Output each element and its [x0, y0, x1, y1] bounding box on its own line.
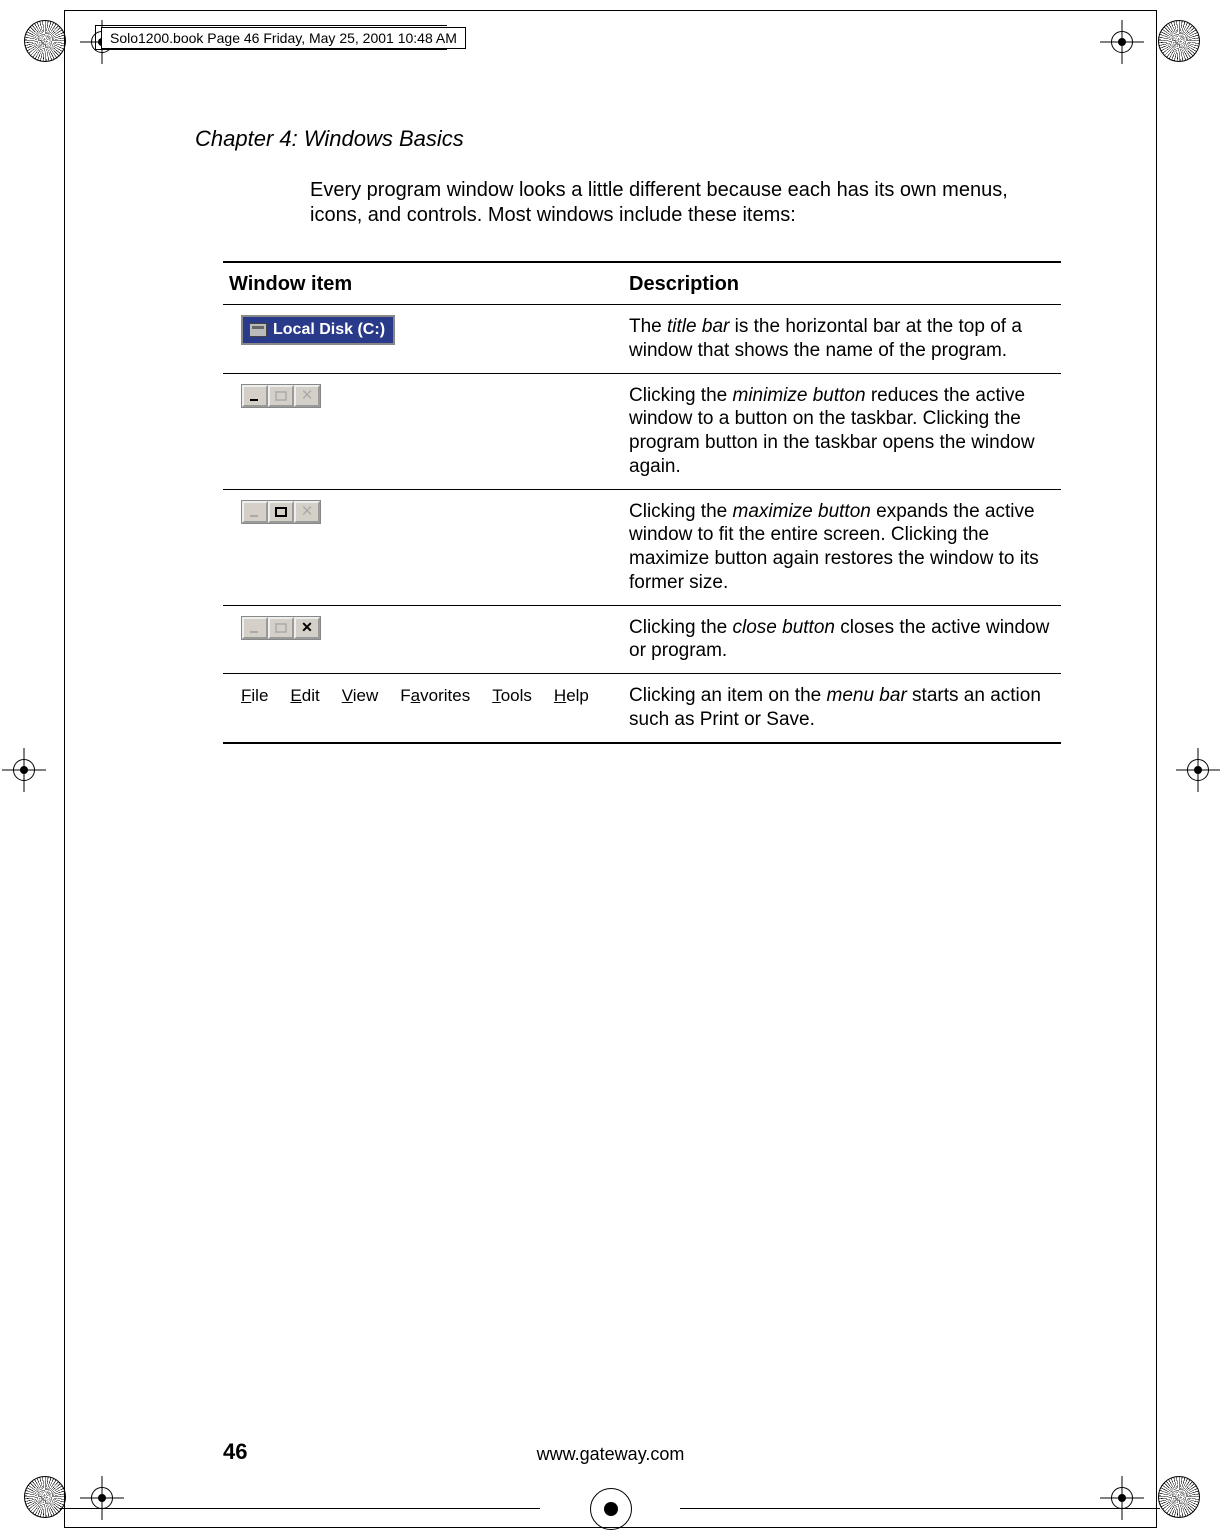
menu-edit: Edit	[290, 685, 319, 706]
crosshair-mid-left	[2, 748, 46, 792]
desc-maximize: Clicking the maximize button expands the…	[623, 489, 1061, 605]
maximize-icon-faded	[268, 385, 294, 407]
page-frame: Solo1200.book Page 46 Friday, May 25, 20…	[64, 10, 1157, 1528]
menu-file: File	[241, 685, 268, 706]
menu-tools: Tools	[492, 685, 532, 706]
close-icon-faded: ×	[294, 385, 320, 407]
desc-menu-bar: Clicking an item on the menu bar starts …	[623, 674, 1061, 743]
desc-close: Clicking the close button closes the act…	[623, 605, 1061, 674]
disk-icon	[249, 323, 267, 337]
registration-mark-top-right	[1158, 20, 1200, 62]
maximize-button-group: ×	[241, 500, 321, 524]
close-icon: ✕	[294, 617, 320, 639]
titlebar-icon: Local Disk (C:)	[241, 315, 395, 345]
col-header-window-item: Window item	[223, 262, 623, 305]
running-head-text: Solo1200.book Page 46 Friday, May 25, 20…	[110, 30, 457, 46]
minimize-button-group: ×	[241, 384, 321, 408]
table-row: ✕ Clicking the close button closes the a…	[223, 605, 1061, 674]
table-row: File Edit View Favorites Tools Help Clic…	[223, 674, 1061, 743]
table-row: × Clicking the minimize button reduces t…	[223, 373, 1061, 489]
menu-view: View	[342, 685, 379, 706]
chapter-title: Chapter 4: Windows Basics	[195, 126, 464, 152]
minimize-icon-faded	[242, 617, 268, 639]
desc-title-bar: The title bar is the horizontal bar at t…	[623, 305, 1061, 374]
crosshair-mid-right	[1176, 748, 1220, 792]
registration-mark-top-left	[24, 20, 66, 62]
menu-help: Help	[554, 685, 589, 706]
table-row: Local Disk (C:) The title bar is the hor…	[223, 305, 1061, 374]
menu-favorites: Favorites	[400, 685, 470, 706]
maximize-icon-faded	[268, 617, 294, 639]
registration-mark-bottom-left	[24, 1476, 66, 1518]
running-head: Solo1200.book Page 46 Friday, May 25, 20…	[95, 25, 460, 47]
col-header-description: Description	[623, 262, 1061, 305]
footer-url: www.gateway.com	[65, 1444, 1156, 1465]
close-icon-faded: ×	[294, 501, 320, 523]
registration-mark-bottom-right	[1158, 1476, 1200, 1518]
titlebar-label: Local Disk (C:)	[273, 320, 385, 340]
close-button-group: ✕	[241, 616, 321, 640]
intro-paragraph: Every program window looks a little diff…	[310, 178, 1040, 228]
window-items-table: Window item Description Local Disk (C:) …	[223, 261, 1061, 744]
desc-minimize: Clicking the minimize button reduces the…	[623, 373, 1061, 489]
minimize-icon-faded	[242, 501, 268, 523]
table-row: × Clicking the maximize button expands t…	[223, 489, 1061, 605]
menu-bar-icon: File Edit View Favorites Tools Help	[241, 685, 589, 706]
maximize-icon	[268, 501, 294, 523]
minimize-icon	[242, 385, 268, 407]
